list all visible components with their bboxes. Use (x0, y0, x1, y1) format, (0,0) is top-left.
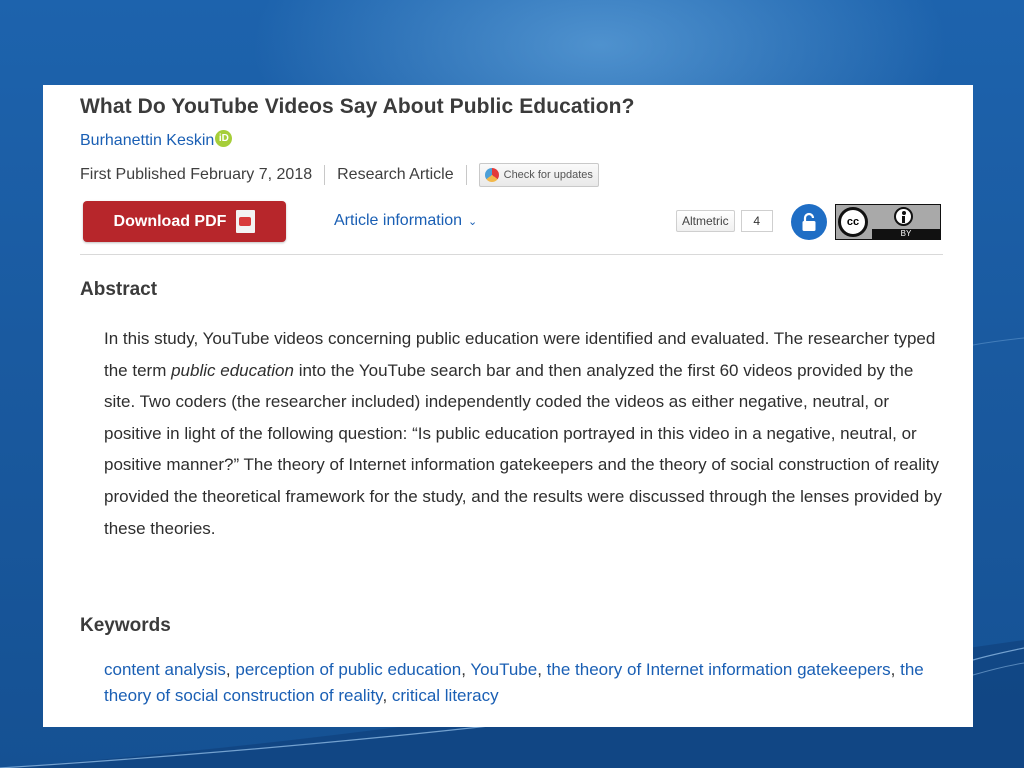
keyword-separator: , (537, 660, 547, 679)
keywords-heading: Keywords (80, 615, 171, 636)
article-card: What Do YouTube Videos Say About Public … (43, 85, 973, 727)
pdf-icon (236, 210, 256, 233)
abstract-emphasis: public education (171, 360, 294, 380)
article-information-dropdown[interactable]: Article information ⌄ (334, 212, 477, 230)
check-updates-button[interactable]: Check for updates (478, 163, 599, 187)
abstract-text-part: into the YouTube search bar and then ana… (104, 360, 942, 538)
keyword-link[interactable]: the theory of Internet information gatek… (547, 660, 891, 679)
article-type: Research Article (337, 166, 454, 183)
meta-divider (324, 165, 326, 185)
chevron-down-icon: ⌄ (468, 215, 478, 228)
download-pdf-label: Download PDF (113, 212, 227, 230)
keyword-link[interactable]: content analysis (104, 660, 226, 679)
altmetric-count: 4 (740, 210, 773, 232)
keyword-link[interactable]: perception of public education (235, 660, 461, 679)
article-meta: First Published February 7, 2018 Researc… (80, 163, 599, 187)
keywords-list: content analysis, perception of public e… (104, 657, 934, 709)
altmetric-label[interactable]: Altmetric (676, 210, 735, 232)
attribution-icon (894, 207, 913, 226)
open-access-lock-icon[interactable] (791, 204, 827, 240)
keyword-separator: , (890, 660, 901, 679)
published-date: First Published February 7, 2018 (80, 166, 313, 183)
keyword-link[interactable]: YouTube (470, 660, 537, 679)
section-divider (80, 254, 943, 255)
meta-divider (465, 165, 467, 185)
author-link[interactable]: Burhanettin Keskin iD (80, 129, 233, 150)
download-pdf-button[interactable]: Download PDF (83, 201, 286, 242)
license-by-label: BY (900, 229, 912, 238)
altmetric-badge[interactable]: Altmetric 4 (676, 210, 773, 232)
article-information-label: Article information (334, 212, 463, 229)
abstract-heading: Abstract (80, 279, 158, 300)
unlock-icon (802, 212, 816, 231)
article-title: What Do YouTube Videos Say About Public … (80, 95, 635, 118)
orcid-icon[interactable]: iD (215, 129, 233, 147)
keyword-separator: , (382, 686, 392, 705)
author-name[interactable]: Burhanettin Keskin (80, 132, 214, 150)
abstract-text: In this study, YouTube videos concerning… (104, 323, 944, 544)
check-updates-label: Check for updates (503, 169, 593, 181)
cc-icon: cc (838, 207, 868, 237)
keyword-separator: , (225, 660, 236, 679)
keyword-link[interactable]: critical literacy (392, 686, 499, 705)
crossmark-icon (484, 168, 499, 182)
cc-by-license-badge[interactable]: cc BY (835, 204, 941, 240)
